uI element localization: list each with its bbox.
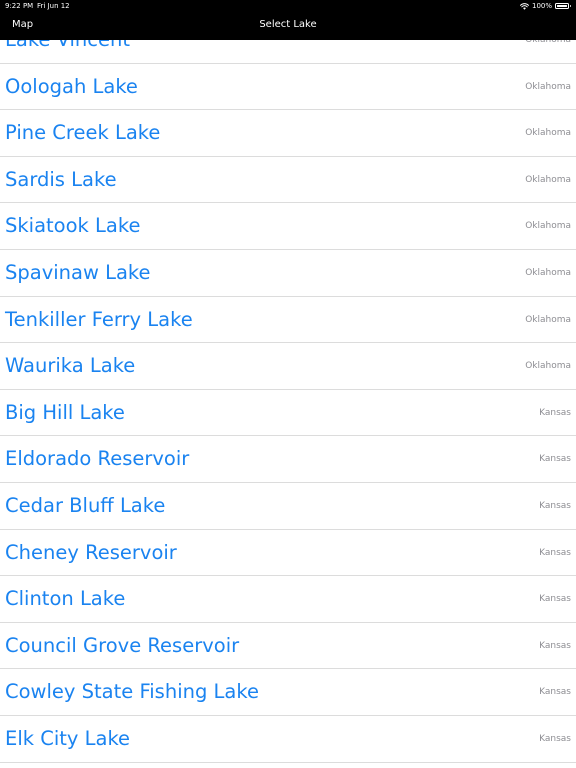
status-indicators: 100% (519, 0, 571, 12)
lake-state: Oklahoma (525, 314, 571, 325)
lake-list: Lake VincentOklahomaOologah LakeOklahoma… (0, 17, 576, 763)
lake-row[interactable]: Big Hill Lake Kansas (0, 390, 576, 437)
lake-row[interactable]: Pine Creek Lake Oklahoma (0, 110, 576, 157)
lake-name: Oologah Lake (5, 74, 138, 98)
lake-name: Sardis Lake (5, 167, 117, 191)
lake-state: Kansas (539, 687, 571, 698)
lake-state: Kansas (539, 733, 571, 744)
status-bar: 9:22 PM Fri Jun 12 100% (0, 0, 576, 12)
lake-state: Oklahoma (525, 361, 571, 372)
lake-name: Pine Creek Lake (5, 121, 161, 145)
lake-name: Clinton Lake (5, 587, 126, 611)
battery-percent: 100% (531, 2, 552, 10)
lake-row[interactable]: Waurika Lake Oklahoma (0, 343, 576, 390)
screen: 9:22 PM Fri Jun 12 100% Map Select Lake … (0, 0, 576, 768)
lake-row[interactable]: Council Grove Reservoir Kansas (0, 623, 576, 670)
lake-state: Kansas (539, 640, 571, 651)
lake-state: Kansas (539, 594, 571, 605)
lake-name: Elk City Lake (5, 726, 131, 750)
lake-row[interactable]: Cowley State Fishing Lake Kansas (0, 669, 576, 716)
lake-row[interactable]: Skiatook Lake Oklahoma (0, 203, 576, 250)
battery-icon (555, 3, 571, 9)
lake-row[interactable]: Sardis Lake Oklahoma (0, 157, 576, 204)
wifi-icon (519, 2, 529, 10)
lake-name: Council Grove Reservoir (5, 633, 240, 657)
lake-row[interactable]: Clinton Lake Kansas (0, 576, 576, 623)
lake-state: Kansas (539, 407, 571, 418)
lake-state: Oklahoma (525, 267, 571, 278)
lake-row[interactable]: Eldorado Reservoir Kansas (0, 436, 576, 483)
lake-state: Oklahoma (525, 81, 571, 92)
lake-name: Cedar Bluff Lake (5, 493, 166, 517)
lake-row[interactable]: Spavinaw Lake Oklahoma (0, 250, 576, 297)
status-date: Fri Jun 12 (37, 2, 70, 10)
lake-name: Tenkiller Ferry Lake (5, 307, 193, 331)
lake-row[interactable]: Tenkiller Ferry Lake Oklahoma (0, 297, 576, 344)
lake-row[interactable]: Oologah Lake Oklahoma (0, 64, 576, 111)
lake-state: Kansas (539, 454, 571, 465)
lake-row[interactable]: Elk City Lake Kansas (0, 716, 576, 763)
lake-name: Waurika Lake (5, 354, 136, 378)
lake-state: Oklahoma (525, 221, 571, 232)
lake-name: Spavinaw Lake (5, 260, 151, 284)
lake-name: Skiatook Lake (5, 214, 141, 238)
lake-name: Cheney Reservoir (5, 540, 177, 564)
lake-state: Kansas (539, 500, 571, 511)
lake-state: Oklahoma (525, 174, 571, 185)
lake-state: Kansas (539, 547, 571, 558)
lake-row[interactable]: Cheney Reservoir Kansas (0, 530, 576, 577)
navigation-bar: Map Select Lake (0, 12, 576, 40)
page-title: Select Lake (259, 19, 317, 30)
top-bar: 9:22 PM Fri Jun 12 100% Map Select Lake (0, 0, 576, 40)
lake-state: Oklahoma (525, 128, 571, 139)
status-time: 9:22 PM (5, 2, 34, 10)
lake-name: Cowley State Fishing Lake (5, 680, 259, 704)
lake-name: Eldorado Reservoir (5, 447, 190, 471)
lake-name: Big Hill Lake (5, 400, 125, 424)
lake-row[interactable]: Cedar Bluff Lake Kansas (0, 483, 576, 530)
